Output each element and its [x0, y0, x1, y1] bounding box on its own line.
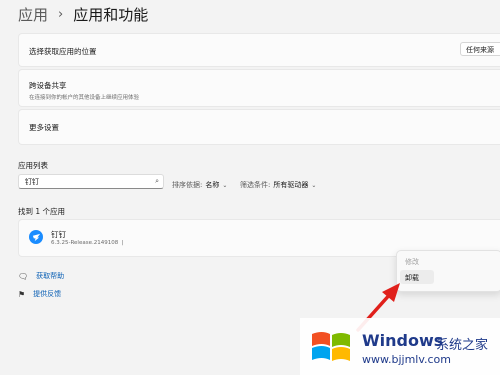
- breadcrumb-parent[interactable]: 应用: [18, 4, 48, 25]
- give-feedback-label: 提供反馈: [33, 290, 62, 298]
- watermark-brand: Windows: [362, 331, 444, 350]
- get-help-link[interactable]: 🗨 获取帮助: [18, 271, 64, 281]
- filter-label: 筛选条件:: [240, 181, 271, 189]
- sort-label: 排序依据:: [172, 181, 203, 189]
- result-count: 找到 1 个应用: [18, 207, 66, 216]
- modify-menu-item: 修改: [405, 258, 419, 266]
- watermark: Windows 系统之家 www.bjjmlv.com: [300, 318, 500, 375]
- give-feedback-link[interactable]: ⚑ 提供反馈: [18, 289, 61, 299]
- app-search-input[interactable]: 钉钉 ⌕: [18, 174, 164, 189]
- windows-logo-icon: [312, 332, 350, 361]
- help-icon: 🗨: [18, 271, 29, 281]
- install-location-label: 选择获取应用的位置: [29, 47, 97, 56]
- chevron-down-icon: ⌄: [222, 181, 228, 189]
- filter-value: 所有驱动器: [273, 181, 309, 189]
- install-location-row: 选择获取应用的位置 任何来源: [18, 33, 500, 67]
- more-settings-row[interactable]: 更多设置: [18, 109, 500, 145]
- page-title: 应用和功能: [73, 6, 149, 24]
- more-settings-label: 更多设置: [29, 123, 59, 132]
- watermark-brand-cn: 系统之家: [436, 338, 489, 353]
- app-search-value: 钉钉: [25, 178, 39, 186]
- breadcrumb-separator: ›: [58, 7, 64, 22]
- share-across-devices-row[interactable]: 跨设备共享 在连接到你的帐户的其他设备上继续应用体验: [18, 69, 500, 107]
- chevron-down-icon: ⌄: [311, 181, 317, 189]
- sort-control[interactable]: 排序依据: 名称 ⌄: [172, 180, 227, 190]
- feedback-icon: ⚑: [18, 289, 26, 299]
- app-list-heading: 应用列表: [18, 161, 48, 170]
- filter-control[interactable]: 筛选条件: 所有驱动器 ⌄: [240, 180, 316, 190]
- share-across-devices-description: 在连接到你的帐户的其他设备上继续应用体验: [29, 95, 140, 101]
- breadcrumb: 应用 › 应用和功能: [18, 4, 148, 25]
- share-across-devices-label: 跨设备共享: [29, 81, 67, 90]
- install-location-dropdown[interactable]: 任何来源: [460, 42, 500, 56]
- app-version: 6.3.25-Release.2149108 |: [51, 240, 124, 246]
- sort-value: 名称: [205, 181, 220, 189]
- dingtalk-icon: [29, 230, 43, 244]
- watermark-url: www.bjjmlv.com: [362, 353, 451, 366]
- get-help-label: 获取帮助: [36, 272, 65, 280]
- app-context-menu: 修改 卸载: [396, 250, 500, 292]
- search-icon[interactable]: ⌕: [155, 177, 159, 186]
- app-name: 钉钉: [51, 230, 66, 239]
